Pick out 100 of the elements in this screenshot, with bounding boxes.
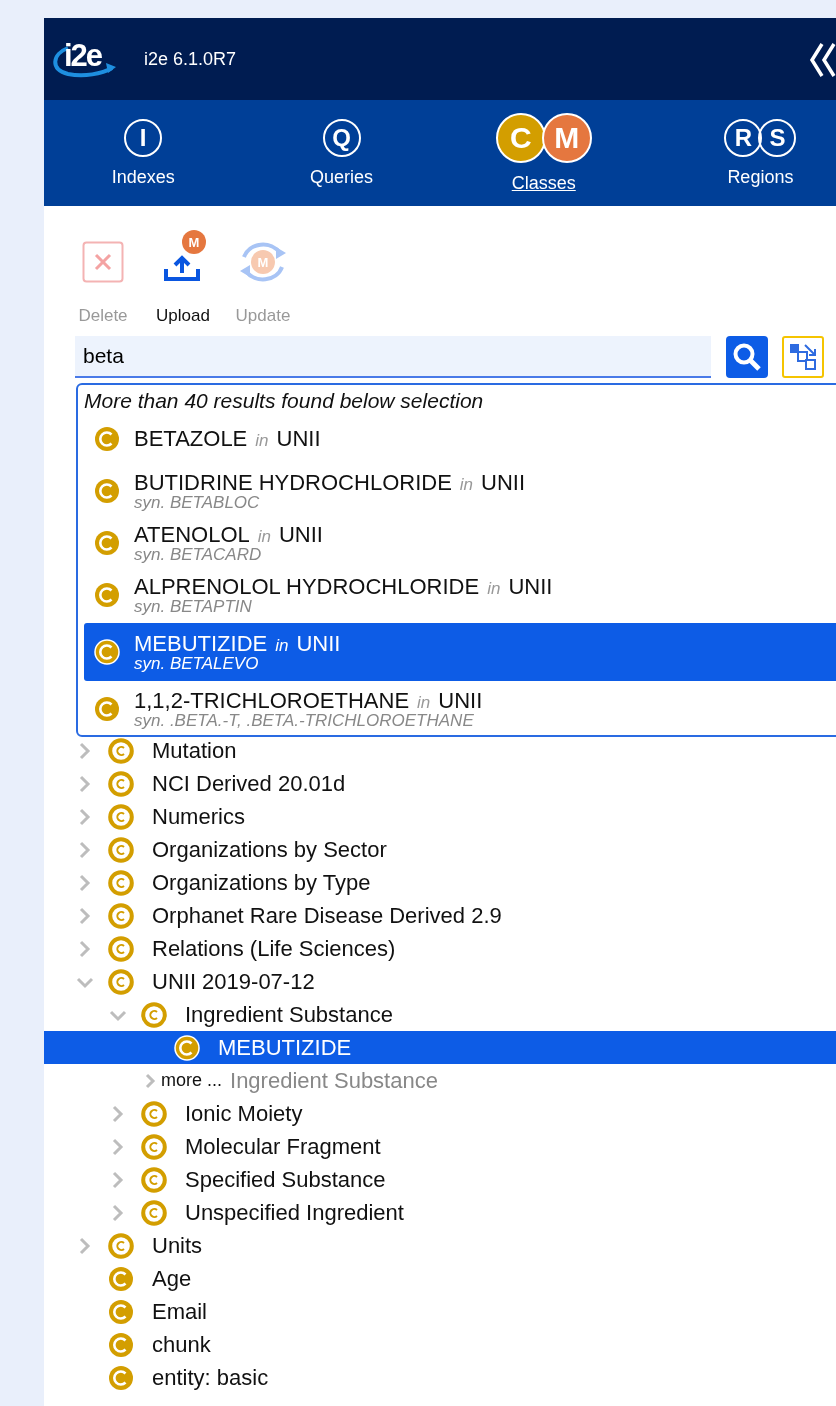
tab-letter-icon: C — [495, 112, 546, 163]
tree-row[interactable]: Organizations by Sector — [44, 833, 836, 866]
results-header: More than 40 results found below selection — [84, 389, 485, 413]
tab[interactable]: Q Queries — [242, 100, 441, 206]
badge: M — [182, 230, 206, 254]
tree-row[interactable]: chunk — [44, 1328, 836, 1361]
tab[interactable]: C M Classes — [440, 100, 647, 206]
class-icon — [141, 1166, 167, 1193]
result-name: ATENOLOL — [134, 522, 250, 546]
tree-row[interactable]: Molecular Fragment — [44, 1130, 836, 1163]
result-source: UNII — [481, 470, 526, 494]
tab-letter-icon: M — [541, 112, 592, 163]
in-label: in — [487, 579, 501, 598]
class-icon — [141, 1133, 167, 1160]
tree-label: UNII 2019-07-12 — [152, 968, 315, 995]
result-synonym: syn. BETACARD — [134, 545, 263, 564]
in-label: in — [255, 432, 269, 451]
class-icon — [108, 770, 134, 797]
result-name: BETAZOLE — [134, 427, 248, 451]
tree-label: Age — [152, 1265, 192, 1292]
logo: i2e — [50, 34, 122, 84]
tab-letter-icon: Q — [322, 118, 361, 157]
tree-row[interactable]: Numerics — [44, 800, 836, 833]
result-synonym: syn. .BETA.-T, .BETA.-TRICHLOROETHANE — [134, 711, 475, 730]
tree-label: Ionic Moiety — [185, 1100, 303, 1127]
tree-row[interactable]: Ingredient Substance — [44, 998, 836, 1031]
tree-label: Ingredient Substance — [230, 1067, 438, 1094]
tree-label: Ingredient Substance — [185, 1001, 393, 1028]
tree-row[interactable]: Organizations by Type — [44, 866, 836, 899]
result-name: MEBUTIZIDE — [134, 631, 268, 655]
tree-label: Relations (Life Sciences) — [152, 935, 396, 962]
tab[interactable]: I Indexes — [44, 100, 243, 206]
result-synonym: syn. BETAPTIN — [134, 597, 253, 616]
result-item[interactable]: MEBUTIZIDE in UNII syn. BETALEVO — [84, 623, 836, 681]
result-source: UNII — [296, 631, 341, 655]
tree-row[interactable]: Units — [44, 1229, 836, 1262]
result-item[interactable]: BUTIDRINE HYDROCHLORIDE in UNII syn. BETABLOC — [84, 465, 836, 517]
upload-button[interactable]: M Upload — [150, 226, 216, 326]
result-item[interactable]: ALPRENOLOL HYDROCHLORIDE in UNII syn. BETAPTIN — [84, 569, 836, 621]
class-icon — [108, 935, 134, 962]
hierarchy-icon — [787, 341, 819, 373]
tree-row[interactable]: Mutation — [44, 734, 836, 767]
result-source: UNII — [438, 688, 483, 712]
tree-label: Specified Substance — [185, 1166, 386, 1193]
result-source: UNII — [279, 522, 323, 546]
result-item[interactable]: BETAZOLE in UNII — [84, 413, 836, 465]
tree-row[interactable]: Orphanet Rare Disease Derived 2.9 — [44, 899, 836, 932]
class-icon — [94, 478, 120, 504]
tree-label: Mutation — [152, 737, 237, 764]
in-label: in — [275, 636, 289, 655]
result-item[interactable]: 1,1,2-TRICHLOROETHANE in UNII syn. .BETA.-T, .BETA.-TRICHLOROETHANE — [84, 683, 836, 735]
double-chevron-left-icon[interactable] — [808, 40, 836, 80]
class-icon — [94, 530, 120, 556]
tree-row[interactable]: UNII 2019-07-12 — [44, 965, 836, 998]
tree-row[interactable]: entity: basic — [44, 1361, 836, 1394]
tree-row[interactable]: MEBUTIZIDE — [44, 1031, 836, 1064]
class-icon — [108, 1265, 134, 1292]
tree-label: Units — [152, 1232, 203, 1259]
result-item[interactable]: ATENOLOL in UNII syn. BETACARD — [84, 517, 836, 569]
class-icon — [141, 1199, 167, 1226]
tree-label: MEBUTIZIDE — [218, 1034, 352, 1061]
tree-row[interactable]: Relations (Life Sciences) — [44, 932, 836, 965]
class-icon — [108, 803, 134, 830]
result-synonym: syn. BETALEVO — [134, 654, 260, 673]
tree-row[interactable]: Age — [44, 1262, 836, 1295]
more-link[interactable]: more ... — [161, 1070, 222, 1091]
tree-row[interactable]: Unspecified Ingredient — [44, 1196, 836, 1229]
search-button[interactable] — [726, 336, 768, 378]
class-icon — [94, 426, 120, 452]
result-name: 1,1,2-TRICHLOROETHANE — [134, 688, 410, 712]
tab[interactable]: R S Regions — [646, 100, 836, 206]
result-synonym: syn. BETABLOC — [134, 493, 261, 512]
result-source: UNII — [276, 427, 321, 451]
result-source: UNII — [508, 574, 553, 598]
class-icon — [94, 639, 120, 665]
app-version: i2e 6.1.0R7 — [144, 48, 237, 70]
in-label: in — [257, 527, 271, 546]
class-icon — [141, 1100, 167, 1127]
tree-row[interactable]: Ionic Moiety — [44, 1097, 836, 1130]
tree-label: entity: basic — [152, 1364, 269, 1391]
badge: M — [251, 250, 275, 274]
class-icon — [108, 1364, 134, 1391]
tree-row[interactable]: Email — [44, 1295, 836, 1328]
tree-row[interactable]: Specified Substance — [44, 1163, 836, 1196]
tree-label: Unspecified Ingredient — [185, 1199, 404, 1226]
search-field[interactable]: beta — [75, 336, 711, 378]
class-icon — [108, 968, 134, 995]
class-icon — [108, 869, 134, 896]
tree-label: Email — [152, 1298, 207, 1325]
tree-row[interactable]: more ... Ingredient Substance — [44, 1064, 836, 1097]
tree-label: Molecular Fragment — [185, 1133, 381, 1160]
in-label: in — [417, 693, 431, 712]
class-icon — [94, 696, 120, 722]
tab-letter-icon: I — [124, 118, 163, 157]
class-icon — [141, 1001, 167, 1028]
tree-row[interactable]: NCI Derived 20.01d — [44, 767, 836, 800]
tree-label: Numerics — [152, 803, 245, 830]
hierarchy-button[interactable] — [782, 336, 824, 378]
in-label: in — [459, 475, 474, 494]
class-icon — [174, 1034, 200, 1061]
